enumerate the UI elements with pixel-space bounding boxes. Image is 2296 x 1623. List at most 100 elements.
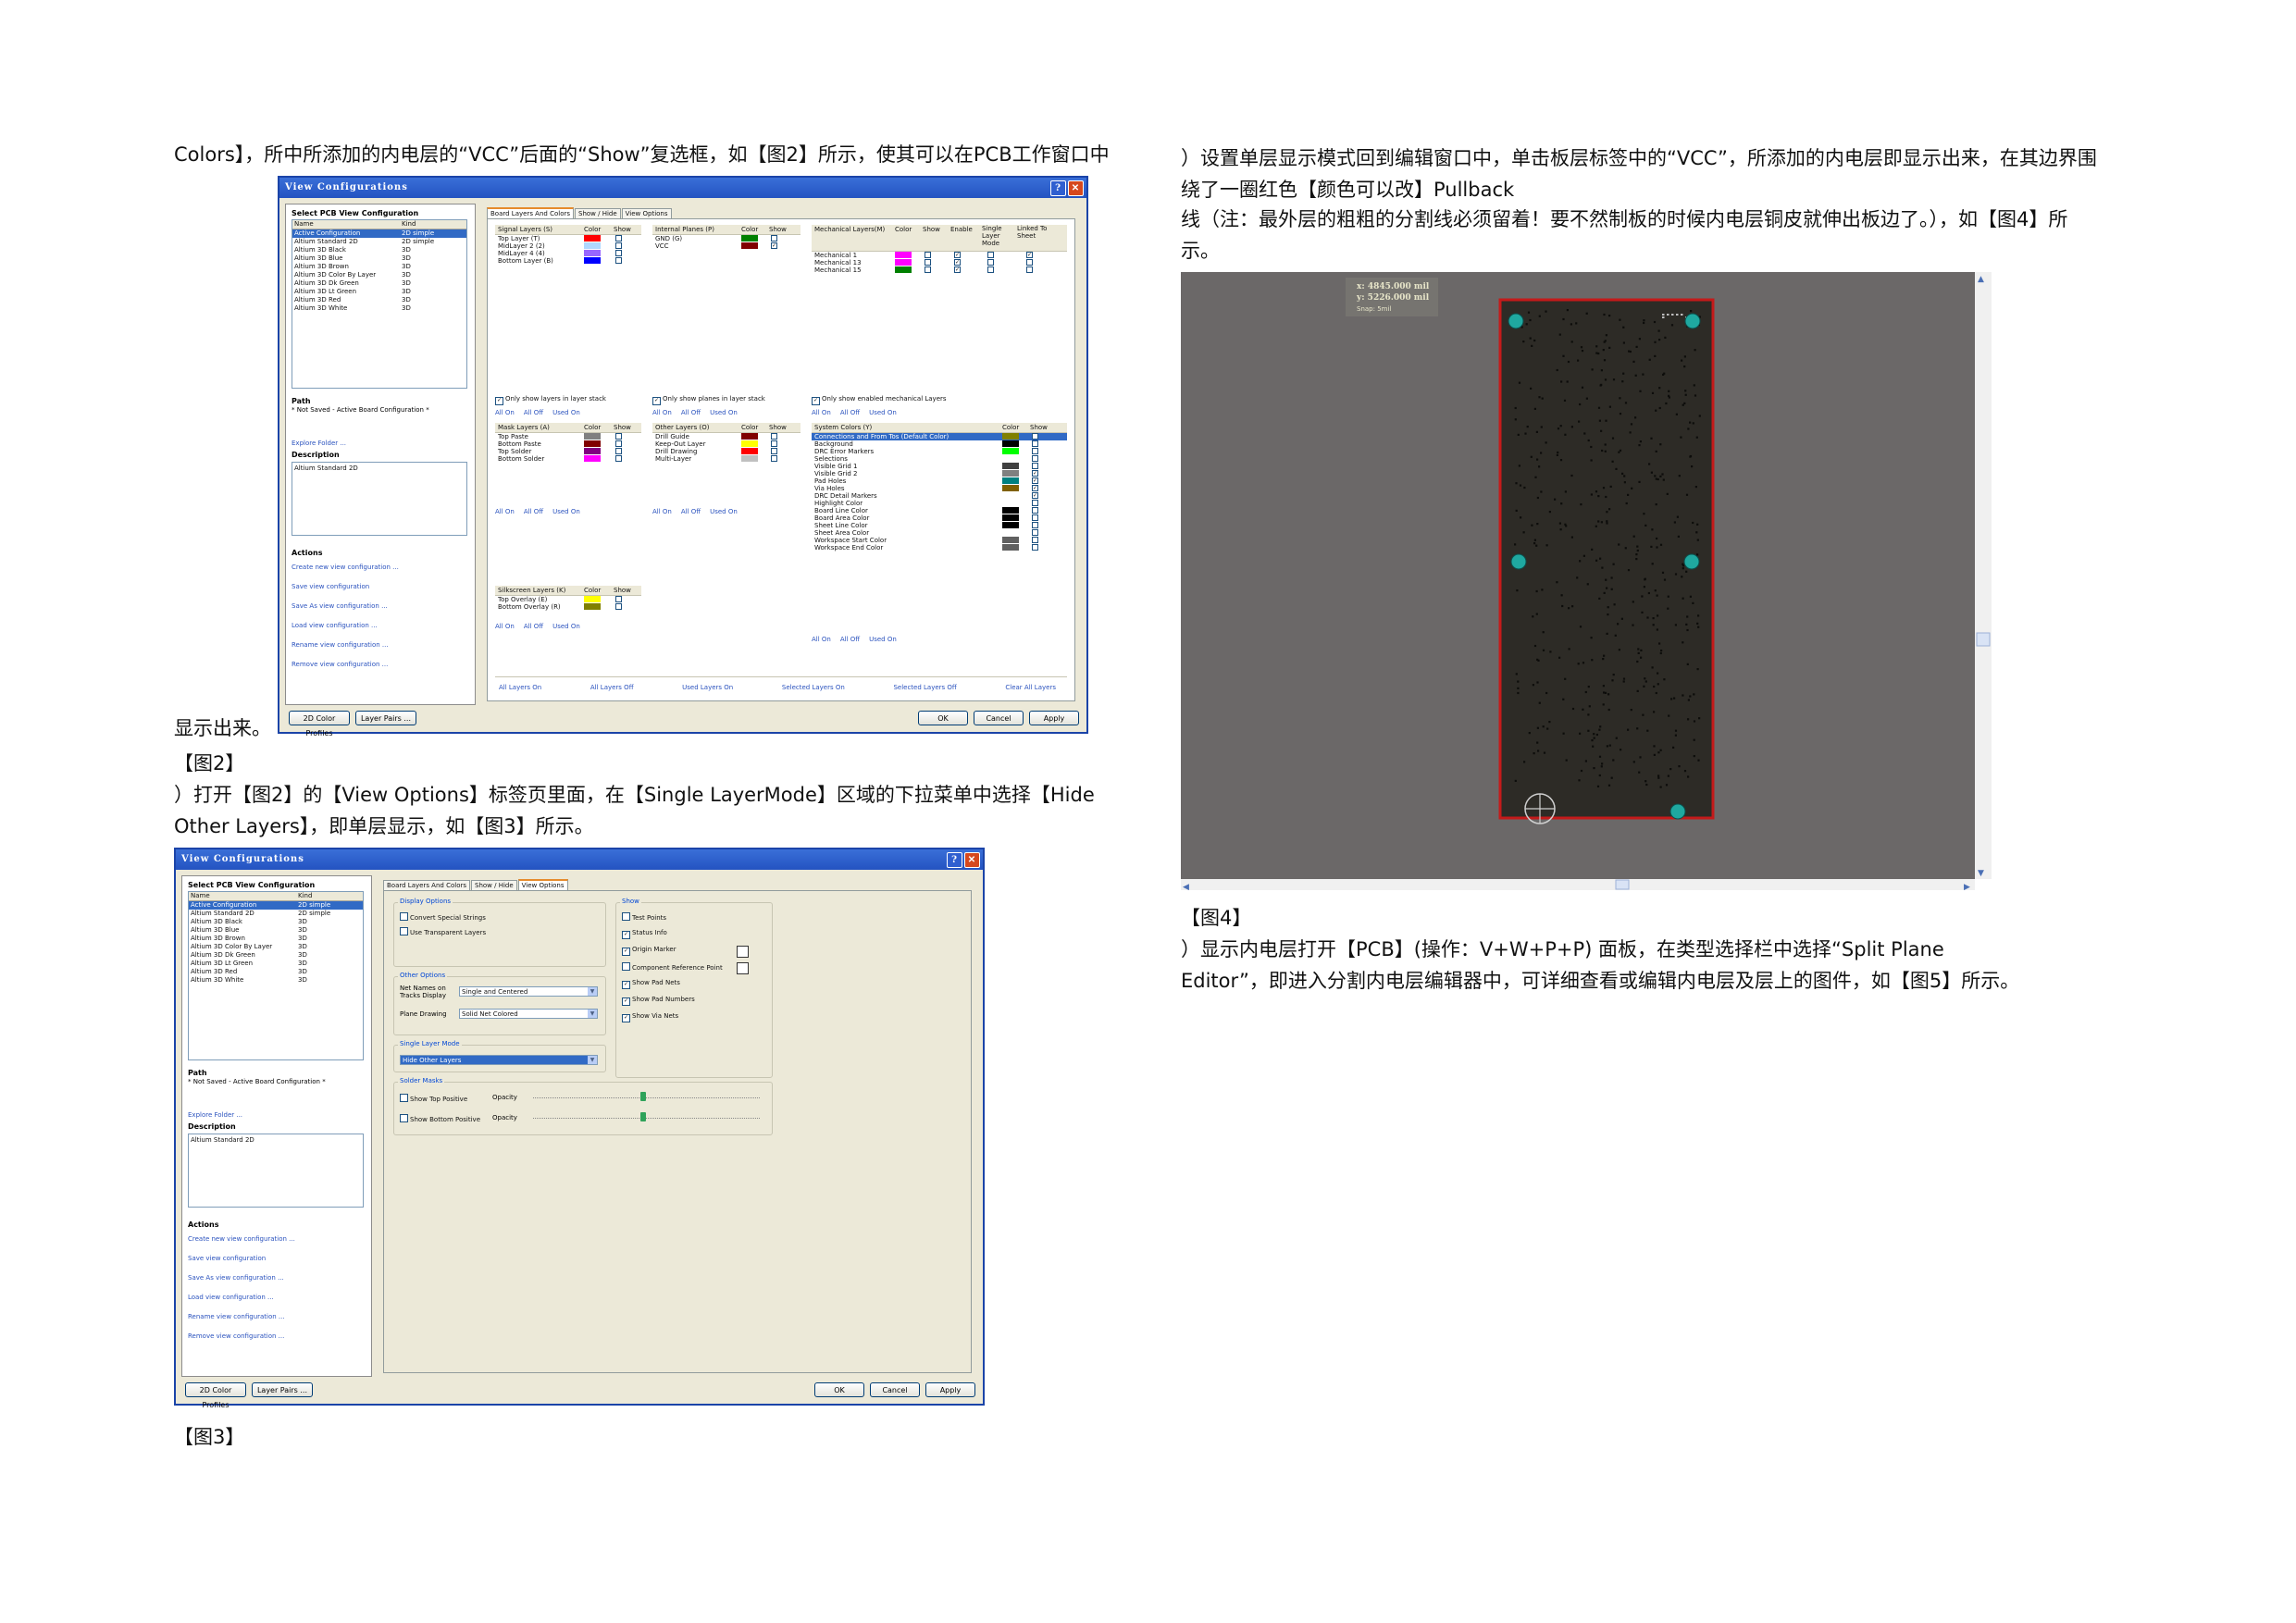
show-option-checkbox[interactable]: ✓ Origin Marker [622,946,676,956]
show-bottom-positive-checkbox[interactable]: Show Bottom Positive [400,1114,480,1123]
config-list[interactable]: Name Kind Active Configuration 2D simple Alt… [188,891,364,1060]
bottom-link[interactable]: Selected Layers Off [893,684,956,691]
layer-show-checkbox[interactable] [771,455,777,462]
help-icon[interactable]: ? [1050,180,1066,196]
layer-show-checkbox[interactable]: ✓ [1032,477,1038,484]
layer-row[interactable]: Pad Holes ✓ [812,477,1067,485]
layer-show-checkbox[interactable] [1032,514,1038,521]
layer-row[interactable]: Connections and From Tos (Default Color)… [812,433,1067,440]
layer-show-checkbox[interactable] [771,448,777,454]
bottom-link[interactable]: Clear All Layers [1005,684,1056,691]
close-icon[interactable]: ✕ [1068,180,1084,196]
color-profiles-button[interactable]: 2D Color Profiles [185,1382,246,1409]
layer-show-checkbox[interactable] [1032,529,1038,536]
layer-show-checkbox[interactable]: ✓ [1032,433,1038,440]
pcb-canvas[interactable]: ▲ ▼ ◀ ▶ x: 4845.000 mil y: 5226.000 mil … [1181,272,1992,892]
layer-show-checkbox[interactable] [1032,544,1038,551]
tab-show-hide[interactable]: Show / Hide [471,880,517,890]
mech-enable-checkbox[interactable]: ✓ [954,266,961,273]
ok-button[interactable]: OK [918,711,968,725]
config-list-item[interactable]: Altium 3D Blue 3D [189,926,363,935]
action-link[interactable]: Save As view configuration ... [188,1274,284,1282]
tab-view-options[interactable]: View Options [621,208,672,218]
config-list-item[interactable]: Altium 3D Color By Layer 3D [292,271,466,279]
config-list-item[interactable]: Altium 3D Color By Layer 3D [189,943,363,951]
layer-show-checkbox[interactable] [1032,522,1038,528]
mech-enable-checkbox[interactable]: ✓ [954,259,961,266]
mech-single-layer-checkbox[interactable] [987,266,994,273]
action-link[interactable]: Save view configuration [188,1255,266,1262]
layer-row[interactable]: Drill Drawing [652,448,800,455]
config-list-item[interactable]: Altium 3D Brown 3D [189,935,363,943]
config-list-item[interactable]: Altium 3D Dk Green 3D [189,951,363,960]
layer-row[interactable]: Keep-Out Layer [652,440,800,448]
only-show-planes-checkbox[interactable]: ✓ Only show planes in layer stack [652,395,765,405]
layer-show-checkbox[interactable]: ✓ [1032,485,1038,491]
config-list-item[interactable]: Altium 3D White 3D [292,304,466,313]
layer-show-checkbox[interactable] [615,455,622,462]
layer-row[interactable]: DRC Error Markers [812,448,1067,455]
option-box[interactable] [737,962,749,974]
show-option-checkbox[interactable]: Component Reference Point [622,962,723,972]
explore-folder-link[interactable]: Explore Folder ... [188,1111,242,1119]
use-transparent-layers-checkbox[interactable]: Use Transparent Layers [400,927,486,936]
layer-show-checkbox[interactable] [615,440,622,447]
slider-handle-icon[interactable] [640,1092,646,1101]
opacity-slider-top[interactable] [533,1097,760,1100]
show-option-checkbox[interactable]: Test Points [622,912,666,922]
layer-row[interactable]: Sheet Area Color [812,529,1067,537]
layer-row[interactable]: Workspace Start Color [812,537,1067,544]
layer-show-checkbox[interactable] [615,250,622,256]
layer-show-checkbox[interactable] [1032,507,1038,514]
mech-enable-checkbox[interactable]: ✓ [954,252,961,258]
option-box[interactable] [737,946,749,958]
layer-row[interactable]: Sheet Line Color [812,522,1067,529]
config-list-item[interactable]: Altium 3D Blue 3D [292,254,466,263]
ok-button[interactable]: OK [814,1382,864,1397]
description-box[interactable]: Altium Standard 2D [292,462,467,536]
layer-row[interactable]: Mechanical 15 ✓ [812,266,1067,274]
layer-show-checkbox[interactable] [1032,537,1038,543]
bottom-layer-links[interactable]: All Layers On All Layers Off Used Layers O… [499,684,1065,691]
layer-row[interactable]: Selections [812,455,1067,463]
layer-row[interactable]: Via Holes ✓ [812,485,1067,492]
layer-pairs-button[interactable]: Layer Pairs ... [252,1382,313,1397]
layer-row[interactable]: Mechanical 1 ✓ ✓ [812,252,1067,259]
convert-special-strings-checkbox[interactable]: Convert Special Strings [400,912,486,922]
layer-show-checkbox[interactable] [925,266,931,273]
mech-single-layer-checkbox[interactable] [987,259,994,266]
color-profiles-button[interactable]: 2D Color Profiles [289,711,350,737]
single-layer-mode-dropdown[interactable]: Hide Other Layers ▼ [400,1055,598,1065]
mask-all-links[interactable]: All On All Off Used On [495,508,590,515]
layer-show-checkbox[interactable] [1032,500,1038,506]
layer-show-checkbox[interactable] [615,603,622,610]
action-link[interactable]: Save As view configuration ... [292,602,388,610]
layer-row[interactable]: Board Area Color [812,514,1067,522]
mech-single-layer-checkbox[interactable] [987,252,994,258]
layer-show-checkbox[interactable] [615,448,622,454]
slider-handle-icon[interactable] [640,1112,646,1121]
action-link[interactable]: Rename view configuration ... [188,1313,285,1320]
action-link[interactable]: Rename view configuration ... [292,641,389,649]
layer-show-checkbox[interactable] [1032,455,1038,462]
layer-row[interactable]: Multi-Layer [652,455,800,463]
layer-show-checkbox[interactable] [925,252,931,258]
layer-row[interactable]: Top Layer (T) [495,235,641,242]
layer-row[interactable]: Mechanical 13 ✓ [812,259,1067,266]
plane-drawing-dropdown[interactable]: Solid Net Colored ▼ [459,1009,598,1019]
apply-button[interactable]: Apply [1029,711,1079,725]
layer-show-checkbox[interactable] [615,433,622,440]
net-names-dropdown[interactable]: Single and Centered ▼ [459,986,598,997]
explore-folder-link[interactable]: Explore Folder ... [292,440,346,447]
config-list-item[interactable]: Altium 3D Brown 3D [292,263,466,271]
config-list-item[interactable]: Active Configuration 2D simple [189,901,363,910]
layer-row[interactable]: Top Paste [495,433,641,440]
layer-row[interactable]: Top Solder [495,448,641,455]
bottom-link[interactable]: Selected Layers On [782,684,845,691]
layer-show-checkbox[interactable] [771,433,777,440]
config-list-item[interactable]: Altium Standard 2D 2D simple [189,910,363,918]
layer-row[interactable]: Board Line Color [812,507,1067,514]
silk-all-links[interactable]: All On All Off Used On [495,623,590,630]
only-show-mech-checkbox[interactable]: ✓ Only show enabled mechanical Layers [812,395,947,405]
show-option-checkbox[interactable]: ✓ Show Via Nets [622,1012,678,1022]
